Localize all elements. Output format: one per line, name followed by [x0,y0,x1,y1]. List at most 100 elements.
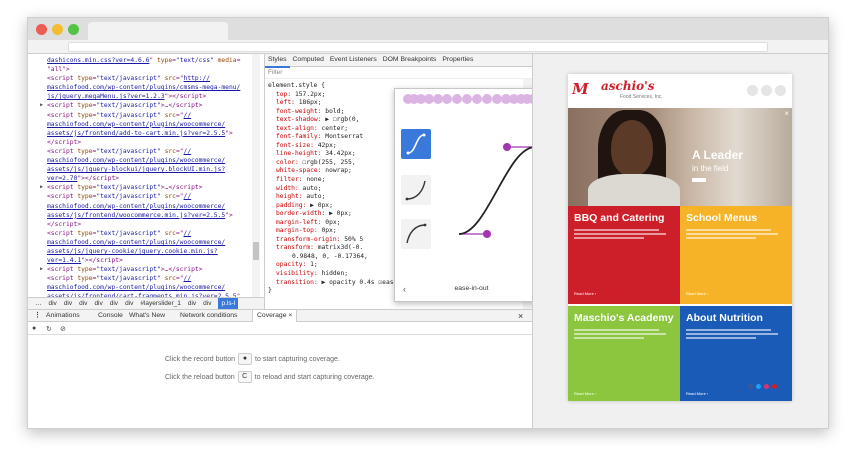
dom-node-line[interactable]: maschiofood.com/wp-content/plugins/wooco… [28,120,260,129]
dom-node-line[interactable]: <script type="text/javascript" src="// [28,274,260,283]
dom-tree-panel[interactable]: dashicons.min.css?ver=4.6.6" type="text/… [28,54,260,297]
css-declaration[interactable]: left: 186px; [268,99,415,108]
dom-node-line[interactable]: <script type="text/javascript" src="// [28,229,260,238]
styles-tab-properties[interactable]: Properties [439,54,476,66]
dom-node-line[interactable]: maschiofood.com/wp-content/plugins/wooco… [28,202,260,211]
url-field[interactable] [68,42,768,52]
reload-inline-button[interactable]: C [237,371,252,383]
breadcrumb-item[interactable]: #layerslider_1 [140,298,180,309]
breadcrumb-item[interactable]: div [188,298,196,309]
dom-node-line[interactable]: assets/js/frontend/add-to-cart.min.js?ve… [28,129,260,138]
read-more-link[interactable]: Read More › [574,291,596,296]
dom-scrollbar[interactable] [252,54,260,297]
breadcrumb-item[interactable]: div [49,298,57,309]
breadcrumb-item[interactable]: div [94,298,102,309]
dom-node-line[interactable]: assets/js/jquery-cookie/jquery.cookie.mi… [28,247,260,256]
feature-tile[interactable]: School Menus Read More › [680,206,792,304]
css-declaration[interactable]: font-size: 42px; [268,142,415,151]
breadcrumb-item[interactable]: div [125,298,133,309]
css-declaration[interactable]: transform: matrix3d(-0. [268,244,415,253]
css-declaration[interactable]: height: auto; [268,193,415,202]
dom-node-line[interactable]: maschiofood.com/wp-content/plugins/wooco… [28,283,260,292]
close-window-button[interactable] [36,24,47,35]
breadcrumb-item[interactable]: div [64,298,72,309]
record-inline-button[interactable]: ● [238,353,253,365]
css-declaration[interactable]: 0.9848, 0, -0.17364, [268,253,415,262]
css-declaration[interactable]: border-width: ▶ 0px; [268,210,415,219]
drawer-menu-icon[interactable]: ⋮ [34,310,41,322]
dom-node-line[interactable]: maschiofood.com/wp-content/plugins/wooco… [28,238,260,247]
dom-node-line[interactable]: maschiofood.com/wp-content/plugins/cmsms… [28,83,260,92]
styles-tab-dom-breakpoints[interactable]: DOM Breakpoints [380,54,440,66]
dom-node-line[interactable]: </script> [28,220,260,229]
css-declaration[interactable]: transition: ▶ opacity 0.4s ☑ease-in-out; [268,279,415,288]
dom-node-line[interactable]: dashicons.min.css?ver=4.6.6" type="text/… [28,56,260,65]
feature-tile[interactable]: BBQ and Catering Read More › [568,206,680,304]
css-declaration[interactable]: padding: ▶ 0px; [268,202,415,211]
header-circle-icon[interactable] [761,85,772,96]
css-declaration[interactable]: line-height: 34.42px; [268,150,415,159]
dom-node-line[interactable]: <script type="text/javascript">…</script… [28,183,260,192]
dom-node-line[interactable]: </script> [28,138,260,147]
preset-ease-in[interactable] [401,175,431,205]
css-declaration[interactable]: white-space: nowrap; [268,167,415,176]
header-circle-icon[interactable] [747,85,758,96]
css-declaration[interactable]: text-align: center; [268,125,415,134]
minimize-window-button[interactable] [52,24,63,35]
css-rules[interactable]: element.style { top: 157.2px; left: 186px… [265,79,415,296]
read-more-link[interactable]: Read More › [686,391,708,396]
css-declaration[interactable]: width: auto; [268,185,415,194]
logo[interactable]: aschio's [601,79,655,93]
start-control-point[interactable] [483,230,491,238]
dom-node-line[interactable]: "all"> [28,65,260,74]
breadcrumb-item[interactable]: div [110,298,118,309]
dom-node-line[interactable]: ver=2.70"></script> [28,174,260,183]
filter-input[interactable]: Filter [265,67,532,79]
header-circle-icon[interactable] [775,85,786,96]
dom-node-line[interactable]: <script type="text/javascript">…</script… [28,101,260,110]
dom-node-line[interactable]: <script type="text/javascript" src="// [28,192,260,201]
css-declaration[interactable]: color: ☐rgb(255, 255, [268,159,415,168]
css-declaration[interactable]: margin-left: 0px; [268,219,415,228]
breadcrumb-item[interactable]: div [79,298,87,309]
dom-node-line[interactable]: assets/js/jquery-blockui/jquery.blockUI.… [28,165,260,174]
read-more-link[interactable]: Read More › [574,391,596,396]
record-icon[interactable]: ● [32,325,36,332]
css-declaration[interactable]: font-weight: bold; [268,108,415,117]
dom-node-line[interactable]: assets/js/frontend/woocommerce.min.js?ve… [28,211,260,220]
preset-ease-out[interactable] [401,219,431,249]
tab-whats-new[interactable]: What's New [129,310,165,322]
tab-coverage-close-icon[interactable]: × [288,310,292,322]
styles-tab-computed[interactable]: Computed [290,54,327,66]
css-declaration[interactable]: filter: none; [268,176,415,185]
dom-node-line[interactable]: <script type="text/javascript">…</script… [28,265,260,274]
social-icon[interactable] [772,384,777,389]
browser-tab[interactable] [88,22,228,40]
css-declaration[interactable]: top: 157.2px; [268,91,415,100]
dom-node-line[interactable]: js/jquery.megaMenu.js?ver=1.2.3"></scrip… [28,92,260,101]
breadcrumb-item[interactable]: div [203,298,211,309]
feature-tile[interactable]: Maschio's Academy Read More › [568,306,680,401]
social-icon[interactable] [748,384,753,389]
reload-icon[interactable]: ↻ [46,325,52,333]
social-icon[interactable] [764,384,769,389]
dom-node-line[interactable]: <script type="text/javascript" src="// [28,147,260,156]
end-control-point[interactable] [503,143,511,151]
dom-node-line[interactable]: ver=1.4.1"></script> [28,256,260,265]
breadcrumb-item[interactable]: p.ls-l [218,298,239,309]
tab-network-conditions[interactable]: Network conditions [180,310,237,322]
dom-node-line[interactable]: maschiofood.com/wp-content/plugins/wooco… [28,156,260,165]
breadcrumb-item[interactable]: … [35,298,42,309]
bezier-editor[interactable]: ‹ ease-in-out › [394,88,549,302]
clear-icon[interactable]: ⊘ [60,325,66,333]
css-declaration[interactable]: text-shadow: ▶ ☐rgb(0, [268,116,415,125]
tab-animations[interactable]: Animations [46,310,80,322]
hero-close-icon[interactable]: × [784,109,789,118]
css-declaration[interactable]: transform-origin: 50% 5 [268,236,415,245]
css-declaration[interactable]: margin-top: 0px; [268,227,415,236]
css-declaration[interactable]: font-family: Montserrat [268,133,415,142]
css-declaration[interactable]: visibility: hidden; [268,270,415,279]
hero-button[interactable] [692,178,706,182]
css-declaration[interactable]: opacity: 1; [268,261,415,270]
tab-console[interactable]: Console [98,310,123,322]
